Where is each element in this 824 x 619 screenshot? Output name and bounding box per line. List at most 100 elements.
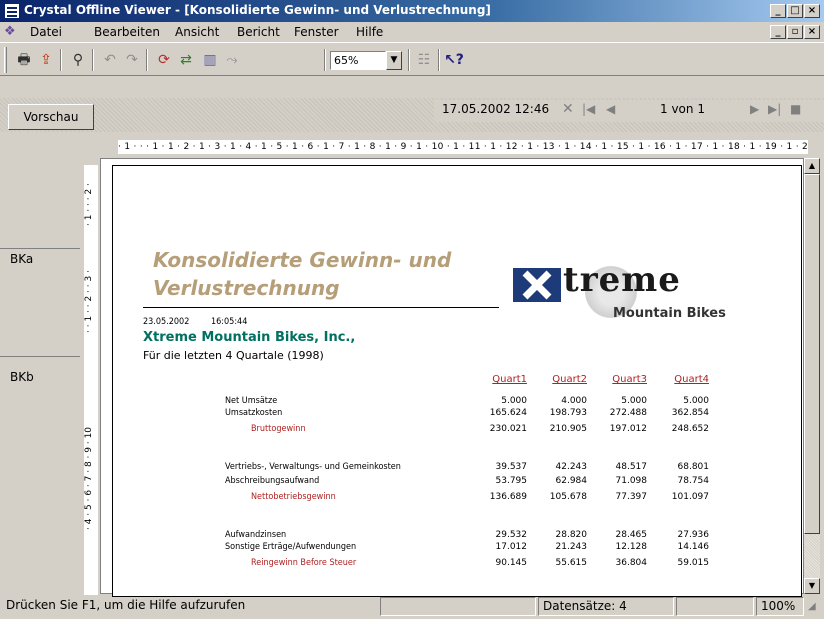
table-cell: 36.804 xyxy=(615,558,648,568)
table-cell: 198.793 xyxy=(549,408,587,418)
minimize-button[interactable]: _ xyxy=(770,4,786,18)
toolbar-separator xyxy=(92,49,94,71)
maximize-button[interactable]: □ xyxy=(787,4,803,18)
report-datetime: 17.05.2002 12:46 xyxy=(442,102,550,116)
vertical-ruler-top: · 1 · · · 2 · xyxy=(84,183,94,227)
row-label: Net Umsätze xyxy=(225,396,278,406)
toolbar-separator xyxy=(324,49,326,71)
column-header: Quart3 xyxy=(612,374,647,385)
toolbar-grip xyxy=(4,47,7,73)
table-cell: 28.465 xyxy=(615,530,648,540)
scroll-up-button[interactable]: ▲ xyxy=(804,158,820,174)
table-cell: 136.689 xyxy=(489,492,527,502)
row-label: Umsatzkosten xyxy=(225,408,283,418)
vertical-scrollbar[interactable]: ▲ ▼ xyxy=(804,158,820,594)
table-cell: 101.097 xyxy=(671,492,709,502)
status-zoom: 100% xyxy=(756,597,804,616)
section-label-bka[interactable]: BKa xyxy=(10,252,33,266)
menu-bearbeiten[interactable]: Bearbeiten xyxy=(94,25,160,39)
section-divider xyxy=(0,248,80,249)
table-cell: 17.012 xyxy=(495,542,528,552)
undo-icon[interactable]: ↶ xyxy=(100,50,120,70)
page-indicator: 1 von 1 xyxy=(660,102,705,116)
section-divider xyxy=(0,356,80,357)
vertical-ruler: · 1 · · · 2 · · · 1 · · 2 · · 3 · · 4 · … xyxy=(84,165,98,595)
status-records: Datensätze: 4 xyxy=(538,597,674,616)
table-cell: 362.854 xyxy=(671,408,709,418)
toggle-icon[interactable]: ⇄ xyxy=(176,50,196,70)
child-minimize-button[interactable]: _ xyxy=(770,25,786,39)
toolbar-separator xyxy=(408,49,410,71)
report-page: Konsolidierte Gewinn- und Verlustrechnun… xyxy=(112,165,802,597)
resize-grip-icon[interactable]: ◢ xyxy=(808,601,816,612)
table-cell: 4.000 xyxy=(561,396,587,406)
find-icon[interactable]: ⚲ xyxy=(68,50,88,70)
table-cell: 78.754 xyxy=(677,476,710,486)
stop-icon[interactable]: ✕ xyxy=(562,101,574,117)
print-icon[interactable]: 🖶 xyxy=(14,50,34,70)
menu-ansicht[interactable]: Ansicht xyxy=(175,25,219,39)
redo-icon[interactable]: ↷ xyxy=(122,50,142,70)
table-cell: 21.243 xyxy=(555,542,588,552)
table-cell: 12.128 xyxy=(615,542,648,552)
table-cell: 55.615 xyxy=(555,558,588,568)
chart-icon[interactable]: ▥ xyxy=(200,50,220,70)
prev-page-icon[interactable]: ◀ xyxy=(606,102,615,116)
table-cell: 90.145 xyxy=(495,558,528,568)
financial-table: Quart1 Quart2 Quart3 Quart4 Net Umsätze 5.000… xyxy=(113,166,803,598)
table-cell: 68.801 xyxy=(677,462,710,472)
child-restore-button[interactable]: ▫ xyxy=(787,25,803,39)
drill-icon[interactable]: ⤳ xyxy=(222,50,242,70)
table-cell: 14.146 xyxy=(677,542,710,552)
scroll-thumb[interactable] xyxy=(804,174,820,534)
status-panel-empty xyxy=(380,597,536,616)
group-tree-icon[interactable]: ☷ xyxy=(414,50,434,70)
section-label-bkb[interactable]: BKb xyxy=(10,370,34,384)
table-cell: 27.936 xyxy=(677,530,710,540)
table-cell: 197.012 xyxy=(609,424,647,434)
app-icon[interactable] xyxy=(4,3,20,19)
table-cell: 59.015 xyxy=(677,558,710,568)
stop-loading-icon[interactable]: ■ xyxy=(790,102,801,116)
last-page-icon[interactable]: ▶| xyxy=(768,102,781,116)
row-label: Abschreibungsaufwand xyxy=(225,476,320,486)
row-label: Sonstige Erträge/Aufwendungen xyxy=(225,542,357,552)
row-label: Nettobetriebsgewinn xyxy=(251,492,336,502)
next-page-icon[interactable]: ▶ xyxy=(750,102,759,116)
export-icon[interactable]: ⇪ xyxy=(36,50,56,70)
refresh-icon[interactable]: ⟳ xyxy=(154,50,174,70)
help-pointer-icon[interactable]: ↖? xyxy=(444,50,464,70)
status-bar: Drücken Sie F1, um die Hilfe aufzurufen … xyxy=(0,595,824,619)
menu-fenster[interactable]: Fenster xyxy=(294,25,339,39)
table-cell: 77.397 xyxy=(615,492,648,502)
table-cell: 42.243 xyxy=(555,462,588,472)
table-cell: 53.795 xyxy=(495,476,528,486)
column-header: Quart1 xyxy=(492,374,527,385)
table-cell: 48.517 xyxy=(615,462,648,472)
row-label: Bruttogewinn xyxy=(251,424,306,434)
menu-bericht[interactable]: Bericht xyxy=(237,25,280,39)
status-help-text: Drücken Sie F1, um die Hilfe aufzurufen xyxy=(6,598,246,612)
table-cell: 248.652 xyxy=(671,424,709,434)
menu-datei[interactable]: Datei xyxy=(30,25,62,39)
scroll-down-button[interactable]: ▼ xyxy=(804,578,820,594)
zoom-input[interactable]: 65% xyxy=(330,51,386,70)
status-panel-blank xyxy=(676,597,754,616)
toolbar: 🖶 ⇪ ⚲ ↶ ↷ ⟳ ⇄ ▥ ⤳ 65% ▼ ☷ ↖? xyxy=(0,42,824,76)
window-title: Crystal Offline Viewer - [Konsolidierte … xyxy=(24,3,491,17)
horizontal-ruler: · 1 · · · 1 · 1 · 2 · 1 · 3 · 1 · 4 · 1 … xyxy=(118,140,808,154)
row-label: Aufwandzinsen xyxy=(225,530,287,540)
close-button[interactable]: × xyxy=(804,4,820,18)
mdi-child-icon[interactable]: ❖ xyxy=(4,24,22,40)
child-close-button[interactable]: × xyxy=(804,25,820,39)
toolbar-separator xyxy=(438,49,440,71)
tab-vorschau[interactable]: Vorschau xyxy=(8,104,94,130)
vertical-ruler-bkb: · 4 · 5 · 6 · 7 · 8 · 9 · 10 xyxy=(84,426,94,530)
menu-hilfe[interactable]: Hilfe xyxy=(356,25,383,39)
first-page-icon[interactable]: |◀ xyxy=(582,102,595,116)
table-cell: 28.820 xyxy=(555,530,588,540)
zoom-dropdown-button[interactable]: ▼ xyxy=(386,51,402,70)
table-cell: 71.098 xyxy=(615,476,648,486)
vertical-ruler-bka: · · 1 · · 2 · · 3 · xyxy=(84,270,94,334)
table-cell: 5.000 xyxy=(501,396,527,406)
